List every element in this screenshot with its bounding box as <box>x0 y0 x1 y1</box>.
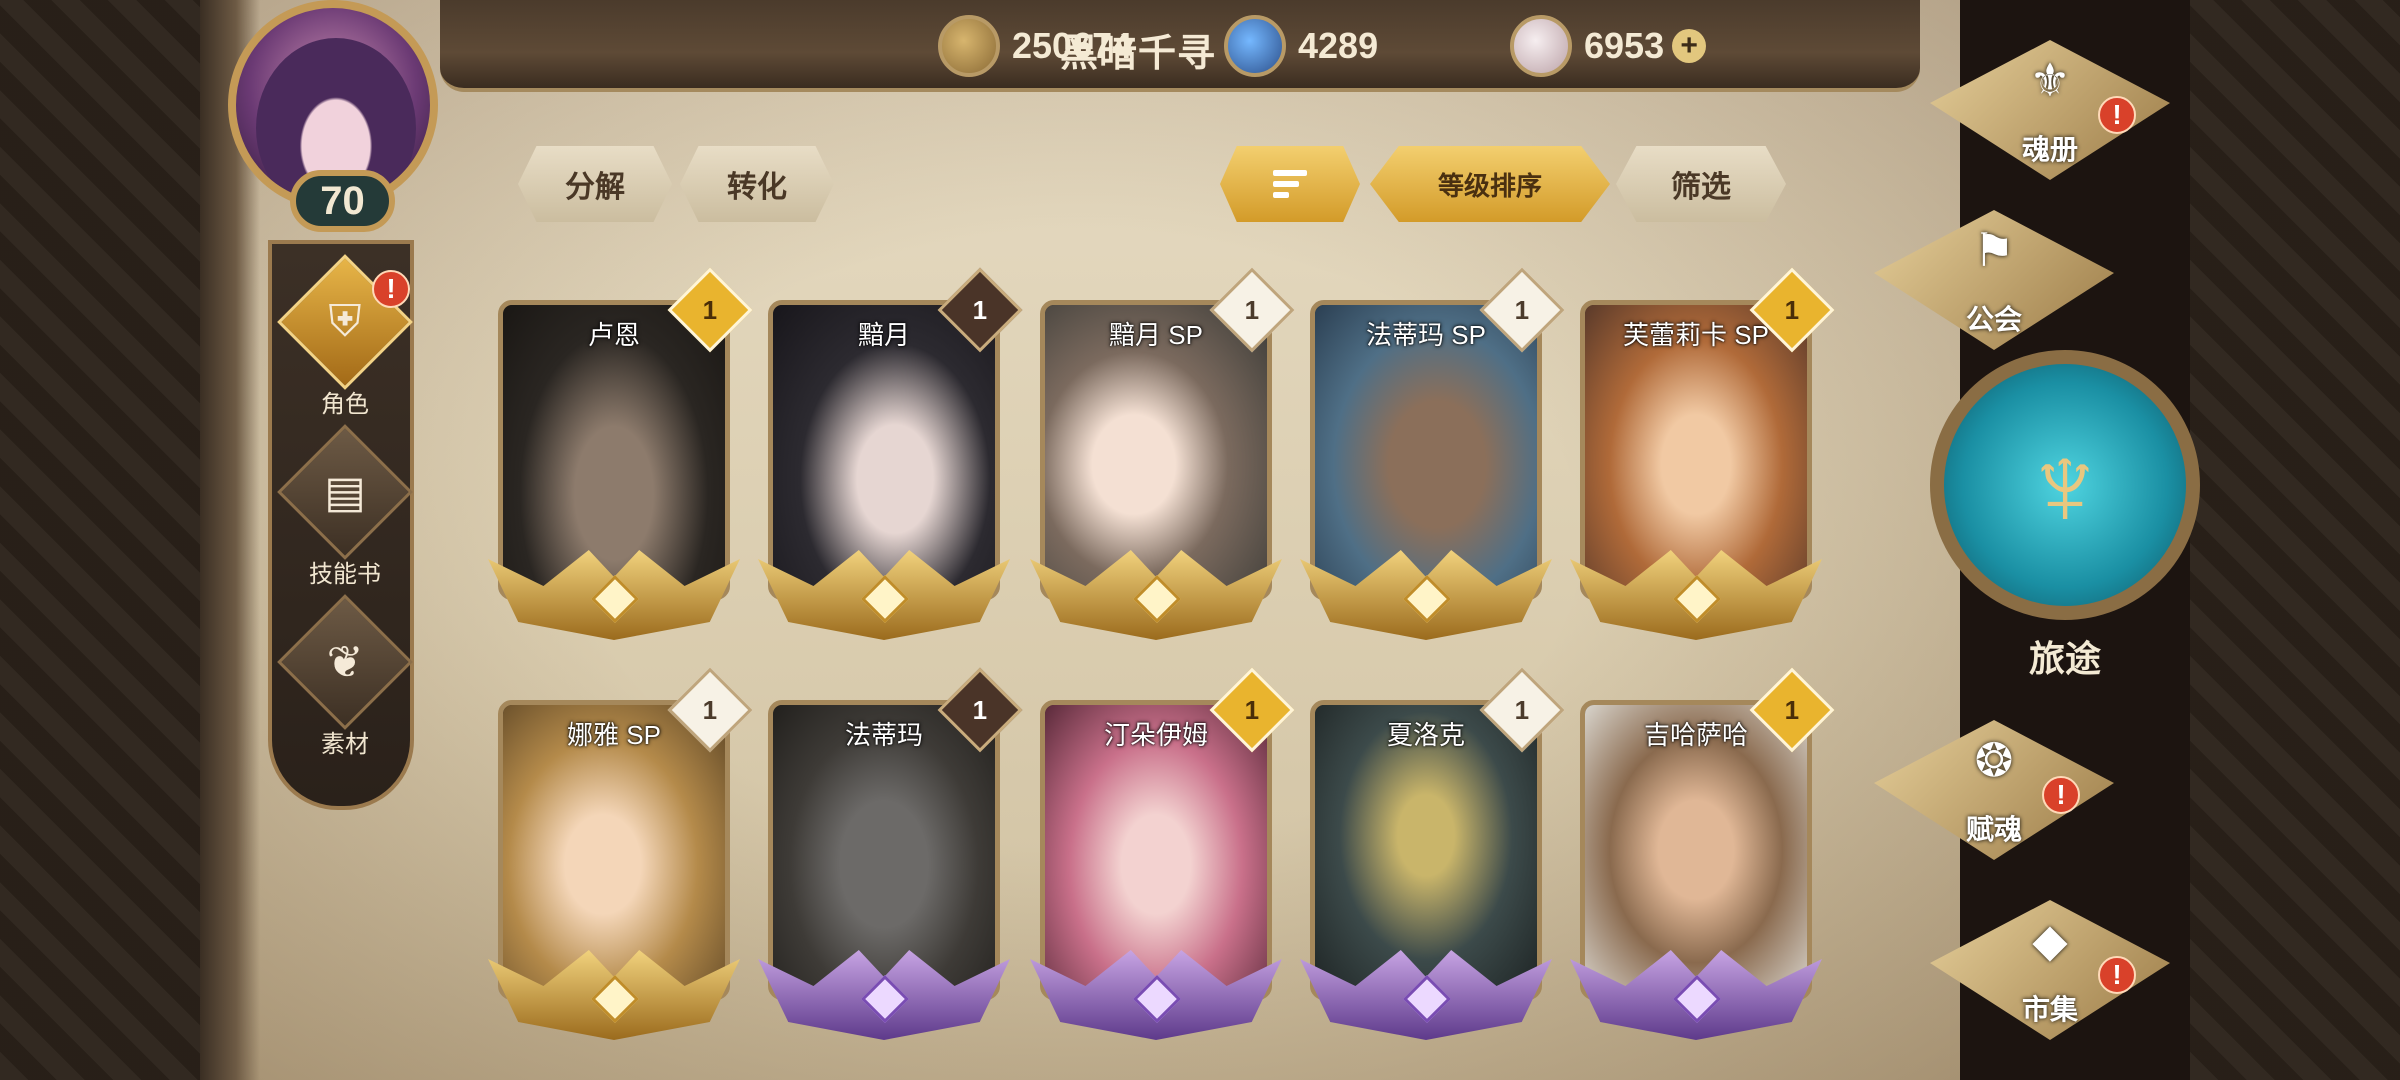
material-icon: ❦ <box>326 637 364 687</box>
market-label: 市集 <box>2021 994 2078 1025</box>
guild-icon: ⚑ <box>1973 224 2015 276</box>
nav-item-skill-books[interactable]: ▤ 技能书 <box>277 424 413 594</box>
sort-icon <box>1273 170 1307 198</box>
guild-label: 公会 <box>1965 304 2022 335</box>
character-card[interactable]: 娜雅 SP 1 <box>488 667 753 1040</box>
character-card[interactable]: 夏洛克 1 <box>1300 667 1565 1040</box>
ensoul-label: 赋魂 <box>1965 814 2022 845</box>
character-card[interactable]: 法蒂玛 SP 1 <box>1300 267 1565 640</box>
sort-level-button[interactable]: 等级排序 <box>1370 146 1610 222</box>
alert-badge: ! <box>372 270 410 308</box>
crystal-resource[interactable]: 4289 <box>1224 14 1378 78</box>
nav-item-characters[interactable]: ⛨ 角色 ! <box>277 254 413 424</box>
character-card[interactable]: 卢恩 1 <box>488 267 753 640</box>
player-level-badge: 70 <box>290 170 395 232</box>
soul-book-icon: ⚜ <box>2029 54 2071 106</box>
sort-order-button[interactable] <box>1220 146 1360 222</box>
left-background <box>0 0 200 1080</box>
soul-book-label: 魂册 <box>2021 134 2078 165</box>
character-card[interactable]: 黯月 SP 1 <box>1030 267 1295 640</box>
crystal-value: 4289 <box>1298 25 1379 66</box>
market-button[interactable]: ◆ 市集 ! <box>1930 900 2170 1040</box>
character-card[interactable]: 黯月 1 <box>758 267 1023 640</box>
guild-button[interactable]: ⚑ 公会 <box>1874 210 2114 350</box>
soul-book-button[interactable]: ⚜ 魂册 ! <box>1930 40 2170 180</box>
add-gem-button[interactable]: + <box>1672 29 1707 63</box>
market-icon: ◆ <box>2032 914 2068 966</box>
left-nav: ⛨ 角色 ! ▤ 技能书 ❦ 素材 <box>268 240 414 810</box>
player-avatar[interactable]: 70 <box>210 0 480 240</box>
decompose-button[interactable]: 分解 <box>518 146 672 222</box>
gem-value: 6953 <box>1584 25 1665 66</box>
gem-icon <box>1510 15 1572 77</box>
alert-badge: ! <box>2098 96 2136 134</box>
gem-resource[interactable]: 6953 + <box>1510 14 1707 78</box>
journey-label: 旅途 <box>2028 638 2101 679</box>
alert-badge: ! <box>2098 956 2136 994</box>
character-card[interactable]: 法蒂玛 1 <box>758 667 1023 1040</box>
ensoul-button[interactable]: ❂ 赋魂 ! <box>1874 720 2114 860</box>
filter-button[interactable]: 筛选 <box>1616 146 1786 222</box>
gold-value: 250674 <box>1012 25 1133 66</box>
alert-badge: ! <box>2042 776 2080 814</box>
character-card[interactable]: 汀朵伊姆 1 <box>1030 667 1295 1040</box>
convert-button[interactable]: 转化 <box>680 146 834 222</box>
crystal-icon <box>1224 15 1286 77</box>
character-card[interactable]: 吉哈萨哈 1 <box>1570 667 1835 1040</box>
book-icon: ▤ <box>324 467 366 517</box>
journey-button[interactable]: ♆ 旅途 <box>1930 350 2200 680</box>
coin-icon <box>938 15 1000 77</box>
ensoul-icon: ❂ <box>1974 734 2014 786</box>
gold-resource[interactable]: 250674 <box>938 14 1132 78</box>
nav-item-materials[interactable]: ❦ 素材 <box>277 594 413 764</box>
helmet-icon: ⛨ <box>328 297 362 346</box>
journey-icon: ♆ <box>2020 418 2110 552</box>
character-card[interactable]: 芙蕾莉卡 SP 1 <box>1570 267 1835 640</box>
right-background <box>2190 0 2400 1080</box>
